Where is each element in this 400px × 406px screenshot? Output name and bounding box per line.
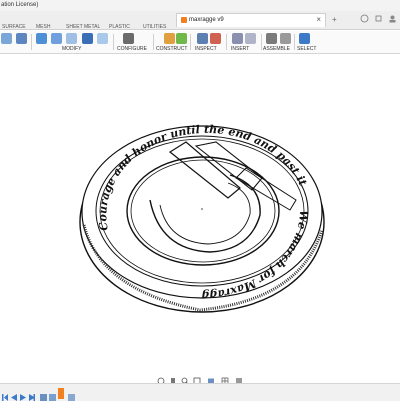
tab-surface[interactable]: SURFACE (2, 24, 26, 30)
timeline-bar (0, 383, 400, 401)
tab-sheet-metal[interactable]: SHEET METAL (66, 24, 100, 30)
viewport-canvas[interactable]: Courage and honor until the end and past… (0, 0, 400, 370)
modify-label[interactable]: MODIFY (62, 46, 81, 52)
timeline-feature-icon[interactable] (40, 388, 47, 401)
separator (31, 34, 32, 50)
zoom-icon[interactable] (181, 372, 189, 385)
pan-icon[interactable] (169, 372, 177, 384)
timeline-marker-icon[interactable] (58, 386, 64, 399)
joint-icon[interactable] (266, 33, 277, 44)
move-icon[interactable] (97, 33, 108, 44)
assemble-label[interactable]: ASSEMBLE (263, 46, 290, 52)
fit-icon[interactable] (193, 372, 201, 385)
viewports-icon[interactable] (235, 372, 243, 384)
grid-icon[interactable] (221, 372, 229, 385)
as-built-joint-icon[interactable] (280, 33, 291, 44)
license-text: ation License) (1, 2, 39, 8)
configure-icon[interactable] (123, 33, 134, 44)
plane-icon[interactable] (164, 33, 175, 44)
axis-icon[interactable] (176, 33, 187, 44)
workspace-tabs: SURFACE MESH SHEET METAL PLASTIC UTILITI… (0, 23, 400, 31)
select-icon[interactable] (299, 33, 310, 44)
separator (153, 34, 154, 50)
press-pull-icon[interactable] (36, 33, 47, 44)
shell-icon[interactable] (66, 33, 77, 44)
separator (113, 34, 114, 50)
insert-label[interactable]: INSERT (231, 46, 249, 52)
create-icon[interactable] (1, 33, 12, 44)
orbit-icon[interactable] (157, 372, 165, 385)
insert-icon[interactable] (232, 33, 243, 44)
origin-point (201, 208, 203, 210)
previous-icon[interactable] (11, 388, 17, 401)
display-settings-icon[interactable] (207, 372, 215, 383)
step-back-icon[interactable] (2, 388, 8, 401)
combine-icon[interactable] (82, 33, 93, 44)
separator (294, 34, 295, 50)
timeline-feature-icon[interactable] (68, 388, 75, 401)
tab-mesh[interactable]: MESH (36, 24, 50, 30)
next-icon[interactable] (29, 388, 35, 401)
measure-icon[interactable] (197, 33, 208, 44)
separator (226, 34, 227, 50)
toolbar: MODIFY CONFIGURE CONSTRUCT INSPECT INSER… (0, 31, 400, 54)
tab-utilities[interactable]: UTILITIES (143, 24, 166, 30)
extrude-icon[interactable] (16, 33, 27, 44)
separator (190, 34, 191, 50)
configure-label[interactable]: CONFIGURE (117, 46, 147, 52)
coin-model: Courage and honor until the end and past… (0, 0, 325, 313)
fillet-icon[interactable] (51, 33, 62, 44)
navigation-bar (155, 371, 245, 385)
timeline-feature-icon[interactable] (49, 388, 56, 401)
construct-label[interactable]: CONSTRUCT (156, 46, 187, 52)
separator (261, 34, 262, 50)
tab-plastic[interactable]: PLASTIC (109, 24, 130, 30)
section-analysis-icon[interactable] (210, 33, 221, 44)
play-icon[interactable] (20, 388, 26, 401)
decal-icon[interactable] (245, 33, 256, 44)
inspect-label[interactable]: INSPECT (195, 46, 217, 52)
select-label[interactable]: SELECT (297, 46, 316, 52)
